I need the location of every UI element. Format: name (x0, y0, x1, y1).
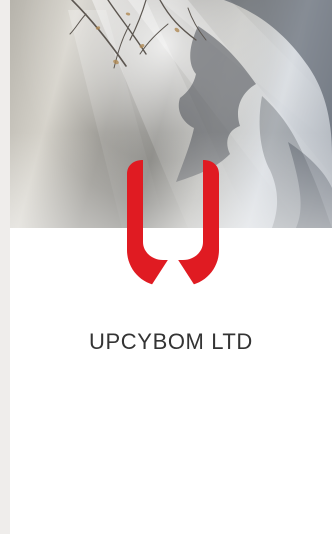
splash-screen: UPCYBOM LTD (0, 0, 332, 534)
u-shield-logo-icon (117, 160, 229, 286)
splash-card: UPCYBOM LTD (10, 0, 332, 534)
company-name: UPCYBOM LTD (89, 329, 253, 354)
